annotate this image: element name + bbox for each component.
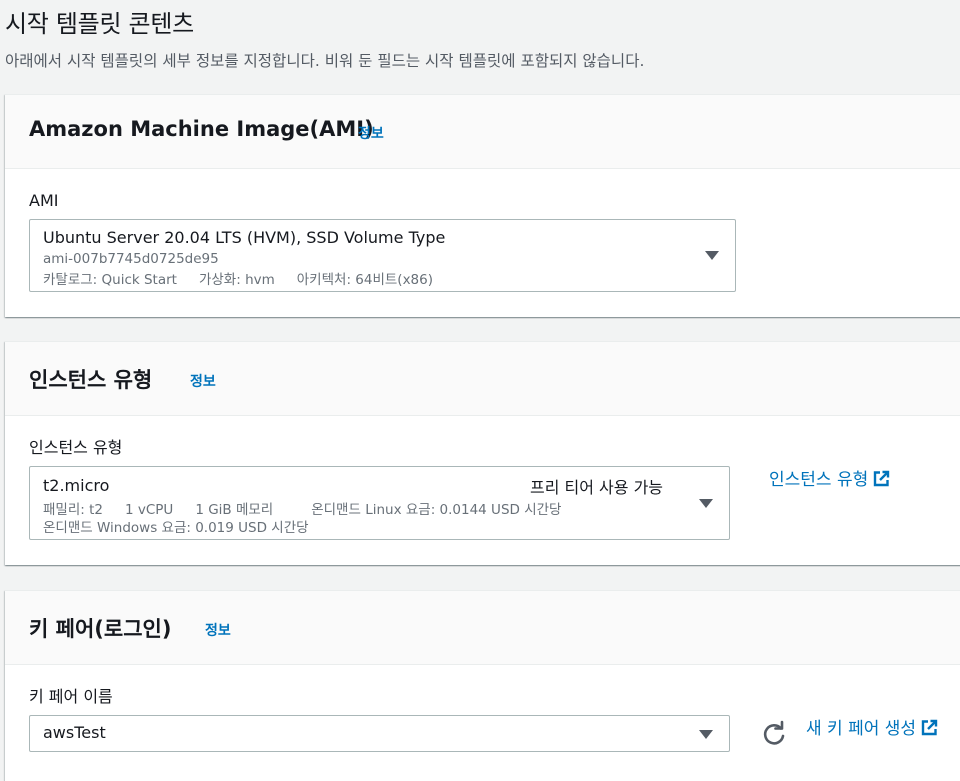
ami-selected-meta: 카탈로그: Quick Start 가상화: hvm 아키텍처: 64비트(x86) xyxy=(43,268,455,288)
instance-type-panel-header: 인스턴스 유형 정보 xyxy=(5,342,960,416)
refresh-icon xyxy=(763,720,785,745)
instance-type-select[interactable]: t2.micro 프리 티어 사용 가능 패밀리: t2 1 vCPU 1 GiB … xyxy=(29,466,730,540)
ami-info-link[interactable]: 정보 xyxy=(358,123,384,143)
ami-selected-id: ami-007b7745d0725de95 xyxy=(43,251,219,267)
key-pair-selected: awsTest xyxy=(43,723,106,742)
external-link-icon xyxy=(874,470,890,487)
ami-field-label: AMI xyxy=(29,191,59,210)
ami-architecture: 아키텍처: 64비트(x86) xyxy=(296,272,434,288)
instance-windows-price: 온디맨드 Windows 요금: 0.019 USD 시간당 xyxy=(43,520,309,536)
caret-down-icon xyxy=(705,251,719,260)
instance-type-panel: 인스턴스 유형 정보 인스턴스 유형 t2.micro 프리 티어 사용 가능 … xyxy=(5,341,960,565)
create-key-pair-label: 새 키 페어 생성 xyxy=(806,719,917,739)
ami-catalog: 카탈로그: Quick Start xyxy=(43,272,177,288)
caret-down-icon xyxy=(699,730,713,739)
page-title: 시작 템플릿 콘텐츠 xyxy=(5,10,194,38)
instance-type-selected-name: t2.micro xyxy=(43,476,110,495)
instance-type-field-label: 인스턴스 유형 xyxy=(29,438,123,457)
create-key-pair-link[interactable]: 새 키 페어 생성 xyxy=(806,714,938,739)
key-pair-panel: 키 페어(로그인) 정보 키 페어 이름 awsTest 새 키 페어 생성 xyxy=(5,590,960,781)
instance-types-link[interactable]: 인스턴스 유형 xyxy=(769,465,890,490)
ami-panel-header: Amazon Machine Image(AMI) 정보 xyxy=(5,95,960,169)
instance-linux-price: 온디맨드 Linux 요금: 0.0144 USD 시간당 xyxy=(311,502,562,518)
instance-type-meta: 패밀리: t2 1 vCPU 1 GiB 메모리 온디맨드 Linux 요금: 0.0… xyxy=(43,498,583,518)
external-link-icon xyxy=(921,719,938,736)
key-pair-field-label: 키 페어 이름 xyxy=(29,687,113,706)
key-pair-panel-title: 키 페어(로그인) xyxy=(29,617,172,641)
ami-select[interactable]: Ubuntu Server 20.04 LTS (HVM), SSD Volum… xyxy=(29,219,736,292)
ami-selected-name: Ubuntu Server 20.04 LTS (HVM), SSD Volum… xyxy=(43,228,446,247)
ami-panel-title: Amazon Machine Image(AMI) xyxy=(29,117,374,141)
instance-type-info-link[interactable]: 정보 xyxy=(190,371,216,391)
instance-types-link-label: 인스턴스 유형 xyxy=(769,470,869,490)
key-pair-select[interactable]: awsTest xyxy=(29,715,730,752)
refresh-button[interactable] xyxy=(759,719,789,749)
free-tier-badge: 프리 티어 사용 가능 xyxy=(530,478,664,497)
page-description: 아래에서 시작 템플릿의 세부 정보를 지정합니다. 비워 둔 필드는 시작 템… xyxy=(5,52,645,70)
ami-virtualization: 가상화: hvm xyxy=(198,272,275,288)
key-pair-info-link[interactable]: 정보 xyxy=(205,620,231,640)
caret-down-icon xyxy=(699,499,713,508)
instance-type-panel-title: 인스턴스 유형 xyxy=(29,368,153,392)
key-pair-panel-header: 키 페어(로그인) 정보 xyxy=(5,591,960,665)
ami-panel: Amazon Machine Image(AMI) 정보 AMI Ubuntu … xyxy=(5,94,960,317)
